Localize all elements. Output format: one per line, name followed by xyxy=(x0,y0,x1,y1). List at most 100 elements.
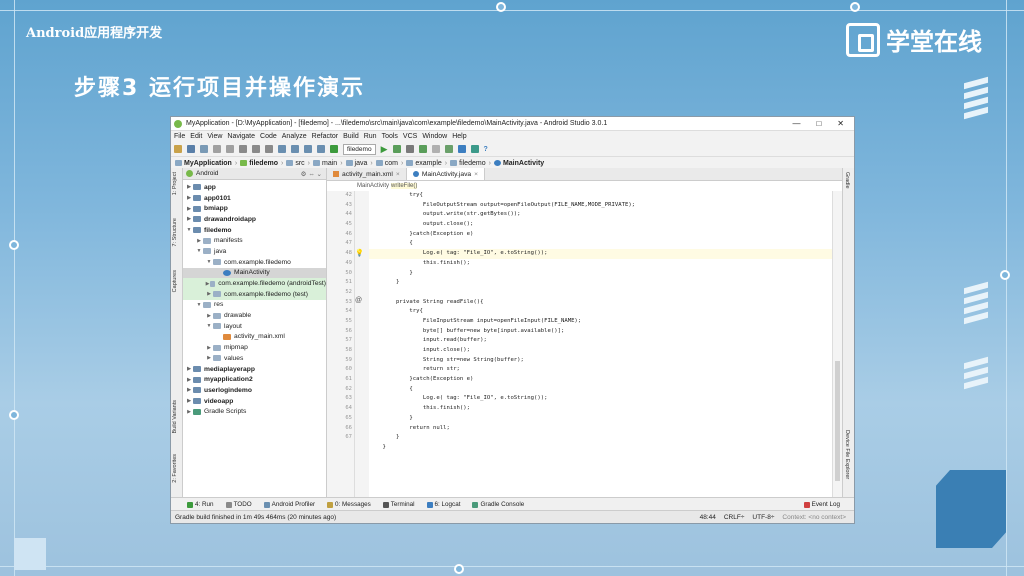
code-line[interactable]: } xyxy=(369,414,832,424)
code-text[interactable]: try{ FileOutputStream output=openFileOut… xyxy=(369,191,832,498)
crumb-method[interactable]: writeFile() xyxy=(391,183,418,189)
gradle-sync-icon[interactable] xyxy=(470,145,479,153)
stop-icon[interactable] xyxy=(431,145,440,153)
tree-item[interactable]: ▶ videoapp xyxy=(183,396,326,407)
file-encoding[interactable]: UTF-8÷ xyxy=(752,514,774,521)
tree-item[interactable]: ▼ java xyxy=(183,246,326,257)
tab-device-file-explorer[interactable]: Device File Explorer xyxy=(844,430,850,479)
tab-project[interactable]: 1: Project xyxy=(172,172,178,195)
tool-window-gradle-console[interactable]: Gradle Console xyxy=(472,501,524,508)
breadcrumb-item[interactable]: java xyxy=(345,160,367,167)
breadcrumb-item[interactable]: com xyxy=(375,160,398,167)
forward-icon[interactable] xyxy=(317,145,325,153)
code-line[interactable]: } xyxy=(369,278,832,288)
tab-favorites[interactable]: 2: Favorites xyxy=(172,454,178,483)
code-line[interactable]: output.write(str.getBytes()); xyxy=(369,210,832,220)
tree-item[interactable]: ▶ manifests xyxy=(183,235,326,246)
tree-item[interactable]: ▶ app xyxy=(183,182,326,193)
tree-item[interactable]: ▶ drawandroidapp xyxy=(183,214,326,225)
tree-item[interactable]: ▶ bmiapp xyxy=(183,203,326,214)
tool-window-event-log[interactable]: Event Log xyxy=(803,501,840,508)
panel-settings-icon[interactable]: ⚙ ⇔ ⌄ xyxy=(301,170,322,178)
minimize-button[interactable]: — xyxy=(792,119,800,128)
code-line[interactable]: byte[] buffer=new byte[input.available()… xyxy=(369,327,832,337)
override-icon[interactable]: @ xyxy=(355,297,369,307)
menu-item-build[interactable]: Build xyxy=(343,133,359,140)
open-folder-icon[interactable] xyxy=(174,145,182,153)
expand-right-icon[interactable]: ▶ xyxy=(185,398,193,404)
code-line[interactable]: input.read(buffer); xyxy=(369,336,832,346)
tree-item[interactable]: ▶ values xyxy=(183,353,326,364)
tree-item[interactable]: ▶ Gradle Scripts xyxy=(183,406,326,417)
expand-right-icon[interactable]: ▶ xyxy=(185,377,193,383)
code-line[interactable]: Log.e( tag: "File_IO", e.toString()); xyxy=(369,394,832,404)
tool-window-terminal[interactable]: Terminal xyxy=(382,501,415,508)
tree-item[interactable]: ▶ com.example.filedemo (test) xyxy=(183,288,326,300)
code-line[interactable] xyxy=(369,288,832,298)
tool-window-android-profiler[interactable]: Android Profiler xyxy=(263,501,315,508)
code-line[interactable]: } xyxy=(369,269,832,279)
replace-icon[interactable] xyxy=(291,145,299,153)
crumb-class[interactable]: MainActivity xyxy=(357,183,389,189)
tree-item[interactable]: ▶ myapplication2 xyxy=(183,374,326,385)
tree-item[interactable]: ▶ drawable xyxy=(183,310,326,321)
sync-icon[interactable] xyxy=(200,145,208,153)
code-line[interactable]: } xyxy=(369,443,832,453)
copy-icon[interactable] xyxy=(252,145,260,153)
back-icon[interactable] xyxy=(304,145,312,153)
attach-debugger-icon[interactable] xyxy=(405,145,414,153)
code-line[interactable]: this.finish(); xyxy=(369,259,832,269)
tree-item[interactable]: ▼ filedemo xyxy=(183,225,326,236)
help-icon[interactable]: ? xyxy=(484,146,488,153)
tree-item[interactable]: ▶ mediaplayerapp xyxy=(183,364,326,375)
code-line[interactable]: return str; xyxy=(369,365,832,375)
menu-item-window[interactable]: Window xyxy=(422,133,447,140)
caret-position[interactable]: 48:44 xyxy=(700,514,716,521)
code-line[interactable]: private String readFile(){ xyxy=(369,298,832,308)
tab-captures[interactable]: Captures xyxy=(172,270,178,292)
tree-item[interactable]: ▼ res xyxy=(183,300,326,311)
expand-right-icon[interactable]: ▶ xyxy=(185,216,193,222)
code-line[interactable]: input.close(); xyxy=(369,346,832,356)
tree-item[interactable]: ▶ userlogindemo xyxy=(183,385,326,396)
scrollbar-thumb[interactable] xyxy=(835,361,840,481)
expand-right-icon[interactable]: ▶ xyxy=(205,345,213,351)
menu-item-run[interactable]: Run xyxy=(364,133,377,140)
tree-item[interactable]: ▶ com.example.filedemo (androidTest) xyxy=(183,278,326,289)
code-line[interactable]: try{ xyxy=(369,191,832,201)
breadcrumb-item[interactable]: MyApplication xyxy=(175,160,232,167)
expand-right-icon[interactable]: ▶ xyxy=(205,313,213,319)
menu-item-help[interactable]: Help xyxy=(452,133,466,140)
tool-window-todo[interactable]: TODO xyxy=(225,501,252,508)
tab-structure[interactable]: 7: Structure xyxy=(172,218,178,246)
menu-item-edit[interactable]: Edit xyxy=(190,133,202,140)
code-line[interactable]: FileInputStream input=openFileInput(FILE… xyxy=(369,317,832,327)
tree-item[interactable]: ▶ mipmap xyxy=(183,342,326,353)
menu-item-navigate[interactable]: Navigate xyxy=(227,133,255,140)
cut-icon[interactable] xyxy=(239,145,247,153)
expand-right-icon[interactable]: ▶ xyxy=(185,206,193,212)
expand-right-icon[interactable]: ▶ xyxy=(205,291,213,297)
expand-right-icon[interactable]: ▶ xyxy=(185,184,193,190)
tab-gradle[interactable]: Gradle xyxy=(844,172,850,189)
expand-right-icon[interactable]: ▶ xyxy=(205,355,213,361)
menu-item-tools[interactable]: Tools xyxy=(382,133,398,140)
close-tab-icon[interactable]: × xyxy=(396,171,400,178)
close-button[interactable]: ✕ xyxy=(837,119,844,128)
tool-window-0-messages[interactable]: 0: Messages xyxy=(327,501,371,508)
code-line[interactable]: output.close(); xyxy=(369,220,832,230)
menu-item-view[interactable]: View xyxy=(207,133,222,140)
tree-item[interactable]: activity_main.xml xyxy=(183,332,326,343)
code-line[interactable]: String str=new String(buffer); xyxy=(369,356,832,366)
run-config-select[interactable]: filedemo xyxy=(343,143,376,155)
tree-item[interactable]: MainActivity xyxy=(183,267,326,279)
avd-manager-icon[interactable] xyxy=(444,145,453,153)
save-icon[interactable] xyxy=(187,145,195,153)
tree-item[interactable]: ▼ layout xyxy=(183,321,326,332)
expand-right-icon[interactable]: ▶ xyxy=(195,238,203,244)
paste-icon[interactable] xyxy=(265,145,273,153)
tree-item[interactable]: ▶ app0101 xyxy=(183,193,326,204)
debug-icon[interactable] xyxy=(392,145,401,153)
expand-down-icon[interactable]: ▼ xyxy=(205,259,213,265)
code-line[interactable]: }catch(Exception e) xyxy=(369,375,832,385)
